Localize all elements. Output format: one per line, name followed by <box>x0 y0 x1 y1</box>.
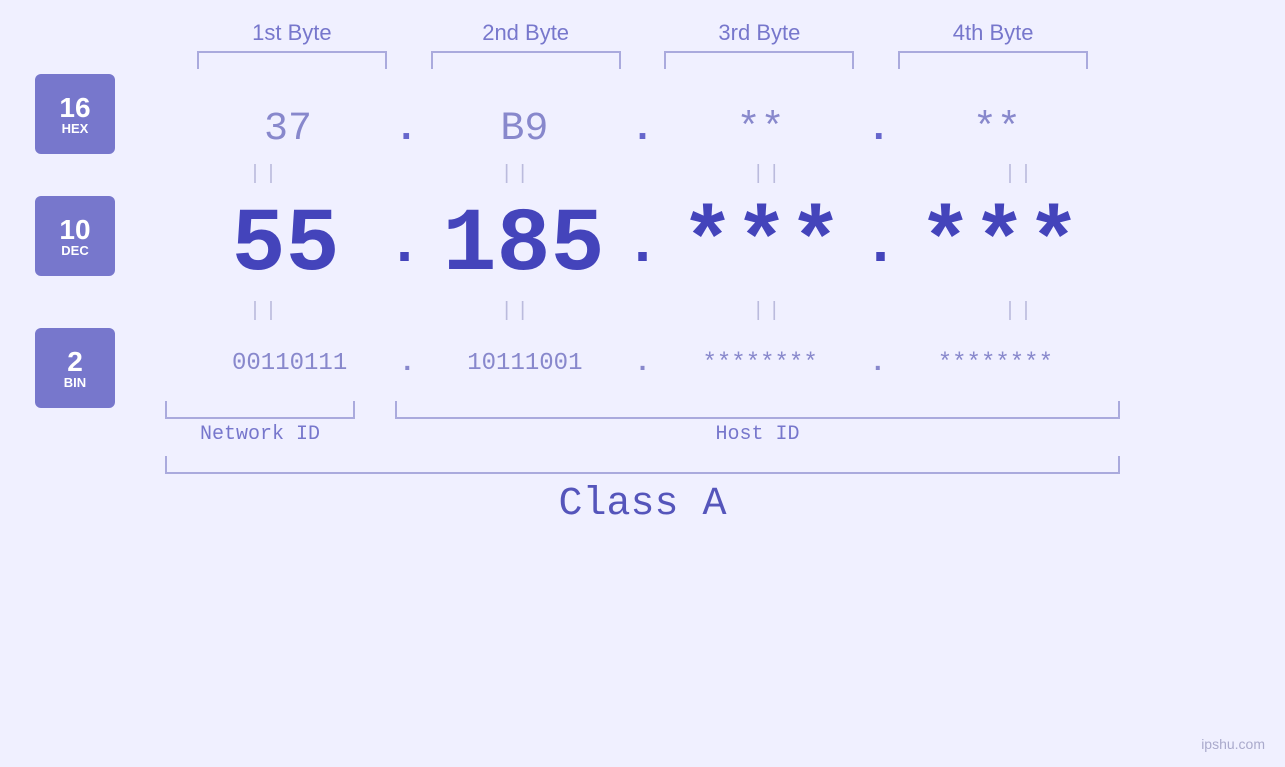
bin-dot3: . <box>869 348 886 379</box>
hex-dot2: . <box>630 107 654 152</box>
hex-dot3: . <box>867 107 891 152</box>
bracket-bottom-network <box>165 401 355 419</box>
bin-dot1: . <box>399 348 416 379</box>
bin-byte1: 00110111 <box>190 350 390 377</box>
eq1: || <box>165 163 365 186</box>
eq7: || <box>668 300 868 323</box>
bin-byte3: ******** <box>660 350 860 377</box>
dec-row: 55 . 185 . *** . *** <box>0 196 1285 296</box>
bin-row: 00110111 . 10111001 . ******** . *******… <box>0 333 1285 393</box>
byte3-header: 3rd Byte <box>659 20 859 46</box>
hex-byte3: ** <box>661 107 861 152</box>
bracket-top-2 <box>431 51 621 69</box>
hex-byte2: B9 <box>424 107 624 152</box>
dec-dot3: . <box>862 212 898 280</box>
byte1-header: 1st Byte <box>192 20 392 46</box>
eq-sep-1: || || || || <box>0 163 1285 186</box>
eq2: || <box>417 163 617 186</box>
top-brackets <box>0 51 1285 69</box>
dec-byte3: *** <box>661 195 861 297</box>
bracket-bottom-host <box>395 401 1120 419</box>
bracket-top-3 <box>664 51 854 69</box>
host-id-label: Host ID <box>395 423 1120 446</box>
dec-dot1: . <box>386 212 422 280</box>
byte2-header: 2nd Byte <box>426 20 626 46</box>
bracket-top-4 <box>898 51 1088 69</box>
eq5: || <box>165 300 365 323</box>
eq6: || <box>417 300 617 323</box>
hex-byte1: 37 <box>188 107 388 152</box>
bin-dot2: . <box>634 348 651 379</box>
hex-byte4: ** <box>897 107 1097 152</box>
eq3: || <box>668 163 868 186</box>
byte-headers: 1st Byte 2nd Byte 3rd Byte 4th Byte <box>0 20 1285 46</box>
eq4: || <box>920 163 1120 186</box>
bin-byte2: 10111001 <box>425 350 625 377</box>
dec-byte1: 55 <box>185 195 385 297</box>
hex-row: 37 . B9 . ** . ** <box>0 99 1285 159</box>
big-bottom-bracket <box>165 456 1120 474</box>
hex-dot1: . <box>394 107 418 152</box>
byte4-header: 4th Byte <box>893 20 1093 46</box>
eq-sep-2: || || || || <box>0 300 1285 323</box>
main-container: 1st Byte 2nd Byte 3rd Byte 4th Byte 16 H… <box>0 0 1285 767</box>
bracket-top-1 <box>197 51 387 69</box>
watermark: ipshu.com <box>1201 736 1265 752</box>
bin-byte4: ******** <box>895 350 1095 377</box>
dec-byte4: *** <box>899 195 1099 297</box>
dec-byte2: 185 <box>423 195 623 297</box>
eq8: || <box>920 300 1120 323</box>
network-id-label: Network ID <box>165 423 355 446</box>
dec-dot2: . <box>624 212 660 280</box>
class-a-label: Class A <box>558 482 726 527</box>
